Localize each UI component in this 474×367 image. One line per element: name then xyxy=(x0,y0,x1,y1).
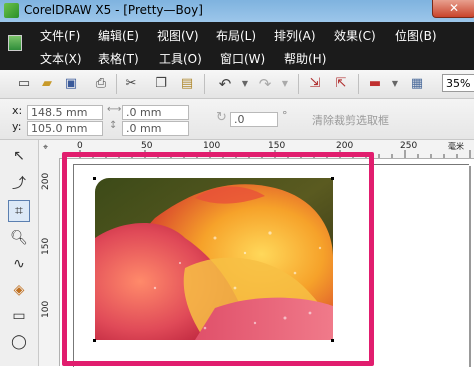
menu-arrange[interactable]: 排列(A) xyxy=(274,27,316,44)
welcome-screen-icon[interactable]: ▦ xyxy=(408,75,426,93)
freehand-tool-icon[interactable]: ∿ xyxy=(9,254,29,274)
open-icon[interactable]: ▰ xyxy=(38,75,56,93)
width-icon: ⟷ xyxy=(107,104,122,115)
menu-table[interactable]: 表格(T) xyxy=(98,50,139,67)
menu-edit[interactable]: 编辑(E) xyxy=(98,27,139,44)
menu-file[interactable]: 文件(F) xyxy=(40,27,80,44)
export-icon[interactable]: ⇱ xyxy=(332,75,350,93)
save-icon[interactable]: ▣ xyxy=(62,75,80,93)
rotation-angle-field[interactable]: .0 xyxy=(230,112,278,127)
menu-window[interactable]: 窗口(W) xyxy=(220,50,265,67)
launcher-dropdown-icon[interactable]: ▼ xyxy=(386,75,404,93)
shape-tool-icon[interactable]: ⤴ xyxy=(9,174,29,194)
new-icon[interactable]: ▭ xyxy=(15,75,33,93)
import-icon[interactable]: ⇲ xyxy=(306,75,324,93)
ruler-origin-icon[interactable]: ⌖ xyxy=(43,143,48,153)
cut-icon[interactable]: ✂ xyxy=(122,75,140,93)
ruler-tick-label: 150 xyxy=(41,237,51,255)
menu-view[interactable]: 视图(V) xyxy=(157,27,199,44)
ruler-tick-label: 100 xyxy=(41,300,51,318)
launcher-icon[interactable]: ▬ xyxy=(366,75,384,93)
ellipse-tool-icon[interactable]: ◯ xyxy=(9,332,29,352)
coreldraw-app-icon[interactable] xyxy=(4,3,19,18)
paste-icon[interactable]: ▤ xyxy=(178,75,196,93)
width-field[interactable]: .0 mm xyxy=(122,105,189,120)
smart-fill-tool-icon[interactable]: ◈ xyxy=(9,280,29,300)
menu-text[interactable]: 文本(X) xyxy=(40,50,82,67)
undo-dropdown-icon[interactable]: ▼ xyxy=(236,75,254,93)
highlight-annotation-frame xyxy=(62,152,374,366)
angle-unit: ° xyxy=(282,109,288,122)
close-button[interactable]: ✕ xyxy=(432,0,474,18)
height-icon: ↕ xyxy=(109,120,118,131)
toolbar-separator xyxy=(204,74,205,94)
crop-tool-icon[interactable]: ⌗ xyxy=(8,200,30,222)
menu-help[interactable]: 帮助(H) xyxy=(284,50,326,67)
x-position-field[interactable]: 148.5 mm xyxy=(27,105,103,120)
y-position-field[interactable]: 105.0 mm xyxy=(27,121,103,136)
window-title: CorelDRAW X5 - [Pretty—Boy] xyxy=(24,3,203,17)
x-position-label: x: xyxy=(12,104,23,117)
print-icon[interactable]: ⎙ xyxy=(92,75,110,93)
rectangle-tool-icon[interactable]: ▭ xyxy=(9,306,29,326)
menu-effects[interactable]: 效果(C) xyxy=(334,27,376,44)
toolbar-separator xyxy=(298,74,299,94)
toolbox: ↖ ⤴ ⌗ 🔍︎ ∿ ◈ ▭ ◯ xyxy=(0,140,39,366)
copy-icon[interactable]: ❐ xyxy=(152,75,170,93)
toolbar-separator xyxy=(358,74,359,94)
rotation-icon: ↻ xyxy=(216,110,227,125)
zoom-tool-icon[interactable]: 🔍︎ xyxy=(9,228,29,248)
height-field[interactable]: .0 mm xyxy=(122,121,189,136)
standard-toolbar: ▭ ▰ ▣ ⎙ ✂ ❐ ▤ ↶ ▼ ↷ ▼ ⇲ ⇱ ▬ ▼ ▦ 35% xyxy=(0,70,474,99)
undo-icon[interactable]: ↶ xyxy=(216,75,234,93)
menu-layout[interactable]: 布局(L) xyxy=(216,27,256,44)
y-position-label: y: xyxy=(12,120,22,133)
redo-dropdown-icon[interactable]: ▼ xyxy=(276,75,294,93)
menu-bitmaps[interactable]: 位图(B) xyxy=(395,27,437,44)
menu-tools[interactable]: 工具(O) xyxy=(159,50,202,67)
zoom-level-field[interactable]: 35% xyxy=(442,74,474,92)
clear-crop-marquee-button[interactable]: 清除裁剪选取框 xyxy=(312,112,389,128)
pick-tool-icon[interactable]: ↖ xyxy=(9,146,29,166)
document-icon[interactable] xyxy=(8,35,22,51)
toolbar-separator xyxy=(116,74,117,94)
redo-icon[interactable]: ↷ xyxy=(256,75,274,93)
ruler-tick-label: 200 xyxy=(41,172,51,190)
